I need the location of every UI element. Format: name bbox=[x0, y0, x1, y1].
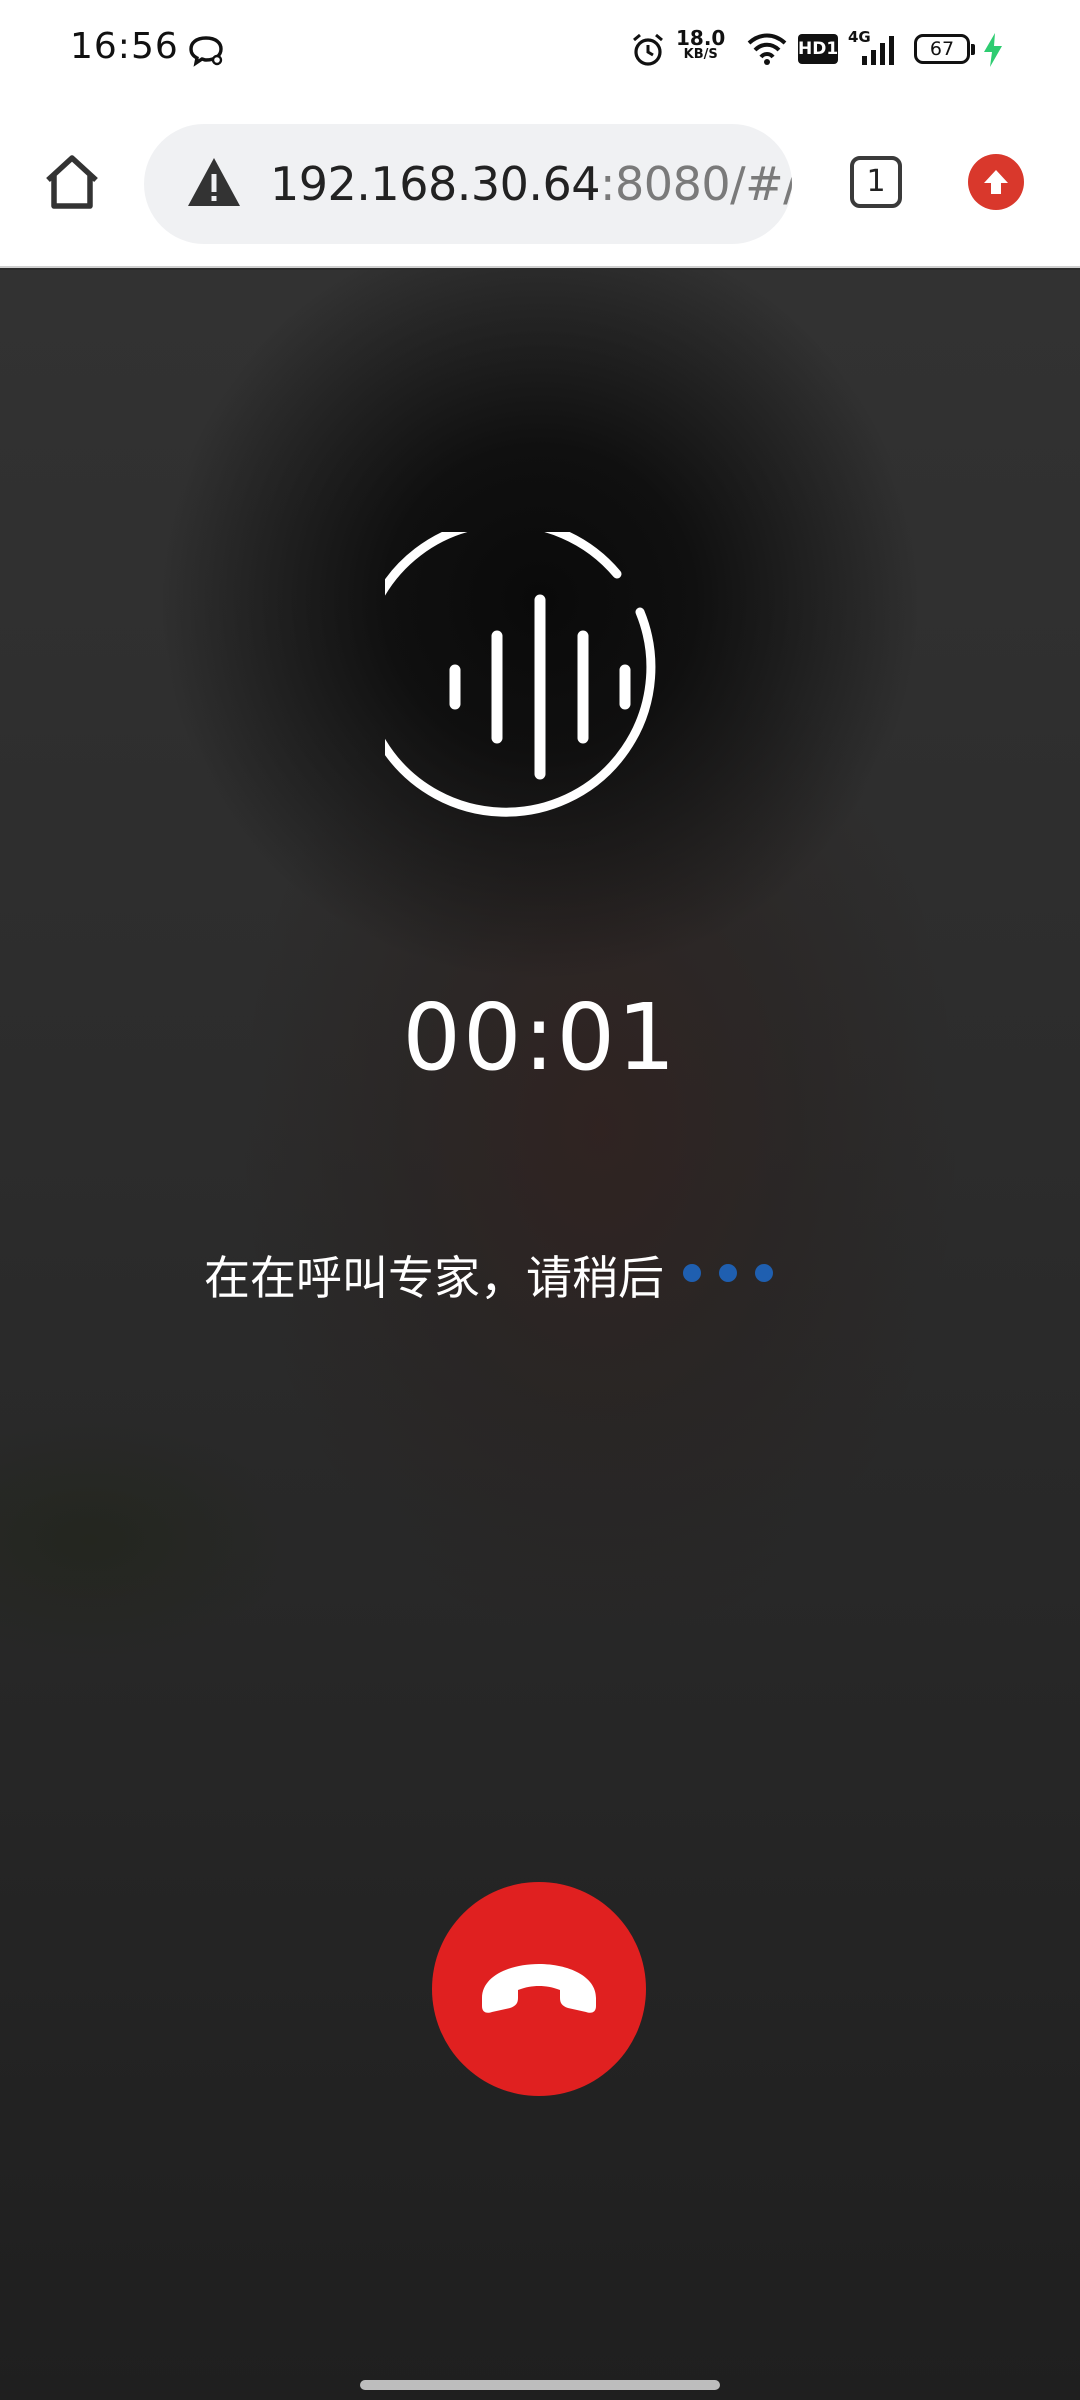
signal-indicator: 4G bbox=[848, 26, 898, 70]
status-bar: 16:56 18.0 KB/S HD1 4G 67 bbox=[0, 0, 1080, 100]
home-icon[interactable] bbox=[40, 150, 104, 214]
network-speed: 18.0 KB/S bbox=[676, 28, 725, 62]
update-button[interactable] bbox=[968, 154, 1024, 210]
battery-icon: 67 bbox=[914, 34, 975, 64]
browser-toolbar: 192.168.30.64:8080/#/c 1 bbox=[0, 100, 1080, 268]
loading-dot bbox=[683, 1264, 702, 1282]
gesture-nav-handle[interactable] bbox=[360, 2380, 720, 2390]
url-host: 192.168.30.64 bbox=[270, 157, 601, 211]
chat-bubble-icon bbox=[189, 36, 223, 67]
loading-dot bbox=[719, 1264, 738, 1282]
warning-icon[interactable] bbox=[186, 156, 242, 208]
tab-count: 1 bbox=[866, 164, 886, 199]
alarm-icon bbox=[633, 33, 663, 66]
url-text[interactable]: 192.168.30.64:8080/#/c bbox=[270, 157, 792, 211]
signal-icon bbox=[862, 36, 894, 65]
network-speed-unit: KB/S bbox=[683, 47, 718, 62]
update-arrow-icon bbox=[984, 170, 1008, 194]
voice-wave-icon bbox=[385, 532, 656, 817]
wifi-icon bbox=[747, 33, 787, 65]
network-speed-value: 18.0 bbox=[676, 26, 726, 50]
call-screen: 00:01 在在呼叫专家，请稍后 bbox=[0, 270, 1080, 2400]
tabs-button[interactable]: 1 bbox=[850, 156, 902, 208]
screen: 16:56 18.0 KB/S HD1 4G 67 192.168.30.64:… bbox=[0, 0, 1080, 2400]
status-icons: 18.0 KB/S HD1 4G 67 bbox=[630, 26, 1010, 76]
battery-level: 67 bbox=[929, 38, 955, 60]
call-timer: 00:01 bbox=[402, 984, 678, 1091]
hd-badge: HD1 bbox=[798, 34, 838, 64]
hangup-button[interactable] bbox=[432, 1882, 646, 2096]
charging-icon bbox=[984, 33, 1002, 67]
call-status-row: 在在呼叫专家，请稍后 bbox=[204, 1242, 791, 1305]
loading-dots bbox=[683, 1264, 791, 1286]
url-path: :8080/#/c bbox=[600, 157, 792, 211]
status-time: 16:56 bbox=[70, 26, 179, 67]
hangup-phone-icon bbox=[482, 1964, 596, 2013]
call-status-text: 在在呼叫专家，请稍后 bbox=[204, 1251, 664, 1305]
address-bar[interactable]: 192.168.30.64:8080/#/c bbox=[144, 124, 792, 244]
loading-dot bbox=[755, 1264, 774, 1282]
